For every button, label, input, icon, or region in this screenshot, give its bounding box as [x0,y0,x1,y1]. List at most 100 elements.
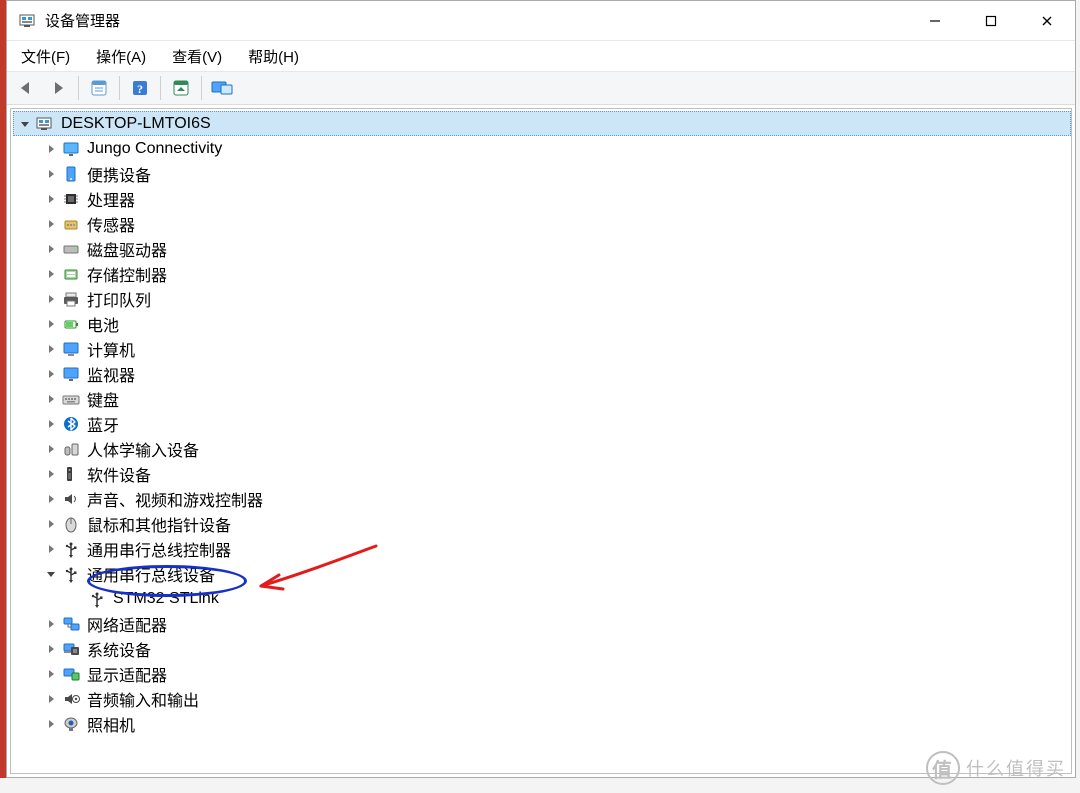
tree-node-label: 网络适配器 [87,612,167,636]
keyboard-icon [61,389,81,409]
tree-category-node[interactable]: 蓝牙 [39,411,1071,436]
tree-category-node[interactable]: 声音、视频和游戏控制器 [39,486,1071,511]
tree-category-node[interactable]: 传感器 [39,211,1071,236]
tree-category-node[interactable]: 显示适配器 [39,661,1071,686]
tree-category-node[interactable]: 键盘 [39,386,1071,411]
tree-node-label: 蓝牙 [87,412,119,436]
tree-category-node[interactable]: 软件设备 [39,461,1071,486]
tree-twisty[interactable] [43,266,59,282]
tree-node-label: 便携设备 [87,162,151,186]
tree-node-label: 通用串行总线设备 [87,562,215,586]
tree-twisty[interactable] [43,691,59,707]
window-title: 设备管理器 [45,10,120,31]
tree-category-node[interactable]: 音频输入和输出 [39,686,1071,711]
close-button[interactable] [1019,1,1075,41]
tree-category-node[interactable]: 处理器 [39,186,1071,211]
tree-root-node[interactable]: DESKTOP-LMTOI6S [13,111,1071,136]
tree-category-node[interactable]: 监视器 [39,361,1071,386]
usb-icon [61,539,81,559]
bluetooth-icon [61,414,81,434]
nav-forward-button[interactable] [43,74,73,102]
tree-twisty[interactable] [43,366,59,382]
menu-bar: 文件(F) 操作(A) 查看(V) 帮助(H) [7,41,1075,71]
watermark-icon: 值 [926,751,960,785]
mouse-icon [61,514,81,534]
tree-category-node[interactable]: 鼠标和其他指针设备 [39,511,1071,536]
menu-view[interactable]: 查看(V) [162,42,232,71]
tree-category-node[interactable]: 存储控制器 [39,261,1071,286]
tree-twisty[interactable] [43,616,59,632]
nav-back-button[interactable] [11,74,41,102]
tree-node-label: 照相机 [87,712,135,736]
storage-ctrl-icon [61,264,81,284]
tree-twisty[interactable] [43,716,59,732]
device-manager-window: 设备管理器 文件(F) 操作(A) 查看(V) 帮助(H) [6,0,1076,778]
tree-twisty[interactable] [43,441,59,457]
tree-category-node[interactable]: 通用串行总线设备 [39,561,1071,586]
tree-twisty[interactable] [43,216,59,232]
tree-node-label: 系统设备 [87,637,151,661]
tree-twisty[interactable] [43,191,59,207]
computer-icon [35,114,55,134]
tree-category-node[interactable]: 计算机 [39,336,1071,361]
usb-icon [61,564,81,584]
tree-twisty[interactable] [43,491,59,507]
tree-twisty[interactable] [17,116,33,132]
watermark: 值 什么值得买 [926,751,1066,785]
tree-twisty[interactable] [43,641,59,657]
display-adapter-icon [61,664,81,684]
software-icon [61,464,81,484]
tree-twisty[interactable] [43,466,59,482]
minimize-button[interactable] [907,1,963,41]
menu-action[interactable]: 操作(A) [86,42,156,71]
tree-twisty[interactable] [43,166,59,182]
svg-text:?: ? [137,82,143,96]
tree-node-label: Jungo Connectivity [87,140,222,158]
tree-category-node[interactable]: 通用串行总线控制器 [39,536,1071,561]
toolbar-separator [78,76,79,100]
tree-category-node[interactable]: 网络适配器 [39,611,1071,636]
network-icon [61,614,81,634]
tree-category-node[interactable]: 人体学输入设备 [39,436,1071,461]
tree-category-node[interactable]: 系统设备 [39,636,1071,661]
tree-category-node[interactable]: 磁盘驱动器 [39,236,1071,261]
tree-node-label: 存储控制器 [87,262,167,286]
tree-twisty[interactable] [43,141,59,157]
tree-twisty[interactable] [43,666,59,682]
tree-twisty[interactable] [43,316,59,332]
tree-category-node[interactable]: 便携设备 [39,161,1071,186]
battery-icon [61,314,81,334]
remote-connect-button[interactable] [207,74,237,102]
device-portable-icon [61,164,81,184]
tree-node-label: 传感器 [87,212,135,236]
tree-device-node[interactable]: STM32 STLink [65,586,1071,611]
tree-node-label: 打印队列 [87,287,151,311]
camera-icon [61,714,81,734]
tree-category-node[interactable]: Jungo Connectivity [39,136,1071,161]
tree-node-label: 人体学输入设备 [87,437,199,461]
tree-category-node[interactable]: 照相机 [39,711,1071,736]
tree-twisty[interactable] [43,241,59,257]
scan-hardware-button[interactable] [166,74,196,102]
tree-twisty[interactable] [43,391,59,407]
tree-twisty[interactable] [43,516,59,532]
watermark-text: 什么值得买 [966,755,1066,781]
device-tree-pane[interactable]: DESKTOP-LMTOI6S Jungo Connectivity 便携设备处理器… [10,108,1072,774]
tree-node-label: DESKTOP-LMTOI6S [61,115,211,133]
tree-category-node[interactable]: 电池 [39,311,1071,336]
menu-file[interactable]: 文件(F) [11,42,80,71]
tree-twisty[interactable] [43,566,59,582]
tree-twisty[interactable] [43,416,59,432]
tree-twisty[interactable] [43,341,59,357]
menu-help[interactable]: 帮助(H) [238,42,309,71]
tree-twisty[interactable] [43,541,59,557]
maximize-button[interactable] [963,1,1019,41]
properties-button[interactable] [84,74,114,102]
toolbar-separator [160,76,161,100]
tree-category-node[interactable]: 打印队列 [39,286,1071,311]
tree-twisty[interactable] [43,291,59,307]
title-bar: 设备管理器 [7,1,1075,41]
disk-icon [61,239,81,259]
help-button[interactable]: ? [125,74,155,102]
cpu-icon [61,189,81,209]
